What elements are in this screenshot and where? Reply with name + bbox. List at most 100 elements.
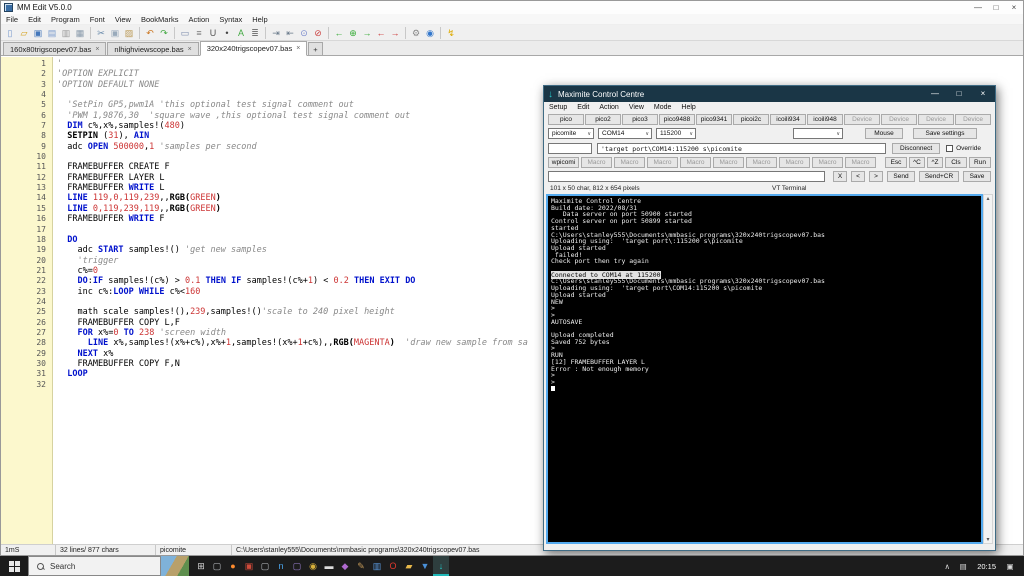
mmedit-maximize-button[interactable]: □ [987,3,1005,12]
redo-icon[interactable]: ↷ [157,26,171,40]
control-button-cls[interactable]: Cls [945,157,967,168]
device-button-pico[interactable]: pico [548,114,584,125]
menu-help[interactable]: Help [247,15,272,24]
tab-160x80trigscopev07.bas[interactable]: 160x80trigscopev07.bas× [3,42,106,55]
macro-button-macro[interactable]: Macro [614,157,645,168]
menu-setup[interactable]: Setup [544,104,572,111]
taskbar-icon-display-1[interactable]: ▢ [209,556,225,576]
nav-back-icon[interactable]: ← [332,26,346,40]
device-button-icoili948[interactable]: icoili948 [807,114,843,125]
save-icon[interactable]: ▣ [31,26,45,40]
tab-close-icon[interactable]: × [188,46,192,53]
menu-mode[interactable]: Mode [649,104,677,111]
open-folder-icon[interactable]: ▱ [17,26,31,40]
cut-icon[interactable]: ✂ [94,26,108,40]
tab-close-icon[interactable]: × [296,45,300,52]
taskbar-icon-pc[interactable]: ▥ [369,556,385,576]
macro-button-macro[interactable]: Macro [680,157,711,168]
new-file-icon[interactable]: ▯ [3,26,17,40]
override-checkbox[interactable] [946,145,953,152]
tray-network-icon[interactable]: ▤ [955,562,971,571]
taskbar-search-box[interactable]: Search [28,556,161,576]
menu-view[interactable]: View [110,15,136,24]
vt-terminal[interactable]: Maximite Control CentreBuild date: 2022/… [546,194,983,544]
extra-select[interactable] [793,128,843,139]
macro-button-macro[interactable]: Macro [812,157,843,168]
save-all-icon[interactable]: ▤ [45,26,59,40]
device-button-icoili934[interactable]: icoili934 [770,114,806,125]
run-icon[interactable]: ↯ [444,26,458,40]
mcc-minimize-button[interactable]: — [923,86,947,102]
taskbar-icon-paint3d[interactable]: ◆ [337,556,353,576]
device-button-pico3[interactable]: pico3 [622,114,658,125]
macro-button-macro[interactable]: Macro [746,157,777,168]
mmedit-titlebar[interactable]: MM Edit V5.0.0 — □ × [1,1,1023,14]
device-button-pico9341[interactable]: pico9341 [696,114,732,125]
macro-button-macro[interactable]: Macro [647,157,678,168]
com-port-select[interactable]: COM14 [598,128,652,139]
new-tab-button[interactable]: + [308,42,322,55]
control-button-ctrl-c[interactable]: ^C [909,157,925,168]
tray-notification-icon[interactable]: ▣ [1002,562,1018,571]
outline-icon[interactable]: ≣ [248,26,262,40]
menu-view[interactable]: View [624,104,649,111]
taskbar-icon-display-2[interactable]: ▢ [257,556,273,576]
menu-edit[interactable]: Edit [572,104,594,111]
outdent-icon[interactable]: ⇤ [283,26,297,40]
control-button-run[interactable]: Run [969,157,991,168]
menu-action[interactable]: Action [594,104,623,111]
mcc-titlebar[interactable]: ↓ Maximite Control Centre — □ × [544,86,995,102]
send-button-<[interactable]: < [851,171,865,182]
macro-button-macro[interactable]: Macro [845,157,876,168]
macro-button-macro[interactable]: Macro [581,157,612,168]
mmedit-minimize-button[interactable]: — [969,3,987,12]
mcc-maximize-button[interactable]: □ [947,86,971,102]
device-button-device[interactable]: Device [955,114,991,125]
menu-program[interactable]: Program [46,15,85,24]
send-button->[interactable]: > [869,171,883,182]
device-button-pico9488[interactable]: pico9488 [659,114,695,125]
help-icon[interactable]: ◉ [423,26,437,40]
start-button[interactable] [0,556,28,576]
taskbar-icon-store[interactable]: ⊞ [193,556,209,576]
tray-chevron-icon[interactable]: ∧ [939,562,955,571]
underline-icon[interactable]: U [206,26,220,40]
send-input[interactable] [548,171,825,182]
device-button-pico2[interactable]: pico2 [585,114,621,125]
tab-nlhighviewscope.bas[interactable]: nlhighviewscope.bas× [107,42,198,55]
taskbar-icon-ide[interactable]: ▢ [289,556,305,576]
menu-help[interactable]: Help [676,104,700,111]
settings-icon[interactable]: ⚙ [409,26,423,40]
uncomment-icon[interactable]: ⊘ [311,26,325,40]
nav-forward-icon[interactable]: → [360,26,374,40]
taskbar-icon-chrome[interactable]: ◉ [305,556,321,576]
device-button-device[interactable]: Device [844,114,880,125]
device-button-device[interactable]: Device [881,114,917,125]
taskbar-icon-explorer[interactable]: ▰ [401,556,417,576]
scrollbar-down-icon[interactable]: ▾ [986,536,989,543]
scrollbar-up-icon[interactable]: ▴ [986,195,989,202]
menu-file[interactable]: File [1,15,23,24]
macro-button-wpicomi[interactable]: wpicomi [548,157,579,168]
menu-bookmarks[interactable]: BookMarks [136,15,184,24]
terminal-scrollbar[interactable]: ▴ ▾ [983,194,993,544]
target-port-field[interactable]: 'target port\COM14:115200 s\picomite [597,143,886,154]
jump-back-icon[interactable]: ← [374,26,388,40]
device-button-device[interactable]: Device [918,114,954,125]
control-button-ctrl-z[interactable]: ^Z [927,157,943,168]
device-type-select[interactable]: picomite [548,128,594,139]
taskbar-icon-notepadpp[interactable]: n [273,556,289,576]
jump-forward-icon[interactable]: → [388,26,402,40]
bullet-icon[interactable]: • [220,26,234,40]
menu-action[interactable]: Action [183,15,214,24]
device-button-picoi2c[interactable]: picoi2c [733,114,769,125]
taskbar-icon-terminal[interactable]: ▬ [321,556,337,576]
macro-button-macro[interactable]: Macro [779,157,810,168]
tab-close-icon[interactable]: × [95,46,99,53]
baud-rate-select[interactable]: 115200 [656,128,696,139]
send-button-x[interactable]: X [833,171,847,182]
copy-icon[interactable]: ▣ [108,26,122,40]
mmedit-close-button[interactable]: × [1005,3,1023,12]
taskbar-icon-maximite[interactable]: ↓ [433,556,449,576]
add-bookmark-icon[interactable]: ⊕ [346,26,360,40]
